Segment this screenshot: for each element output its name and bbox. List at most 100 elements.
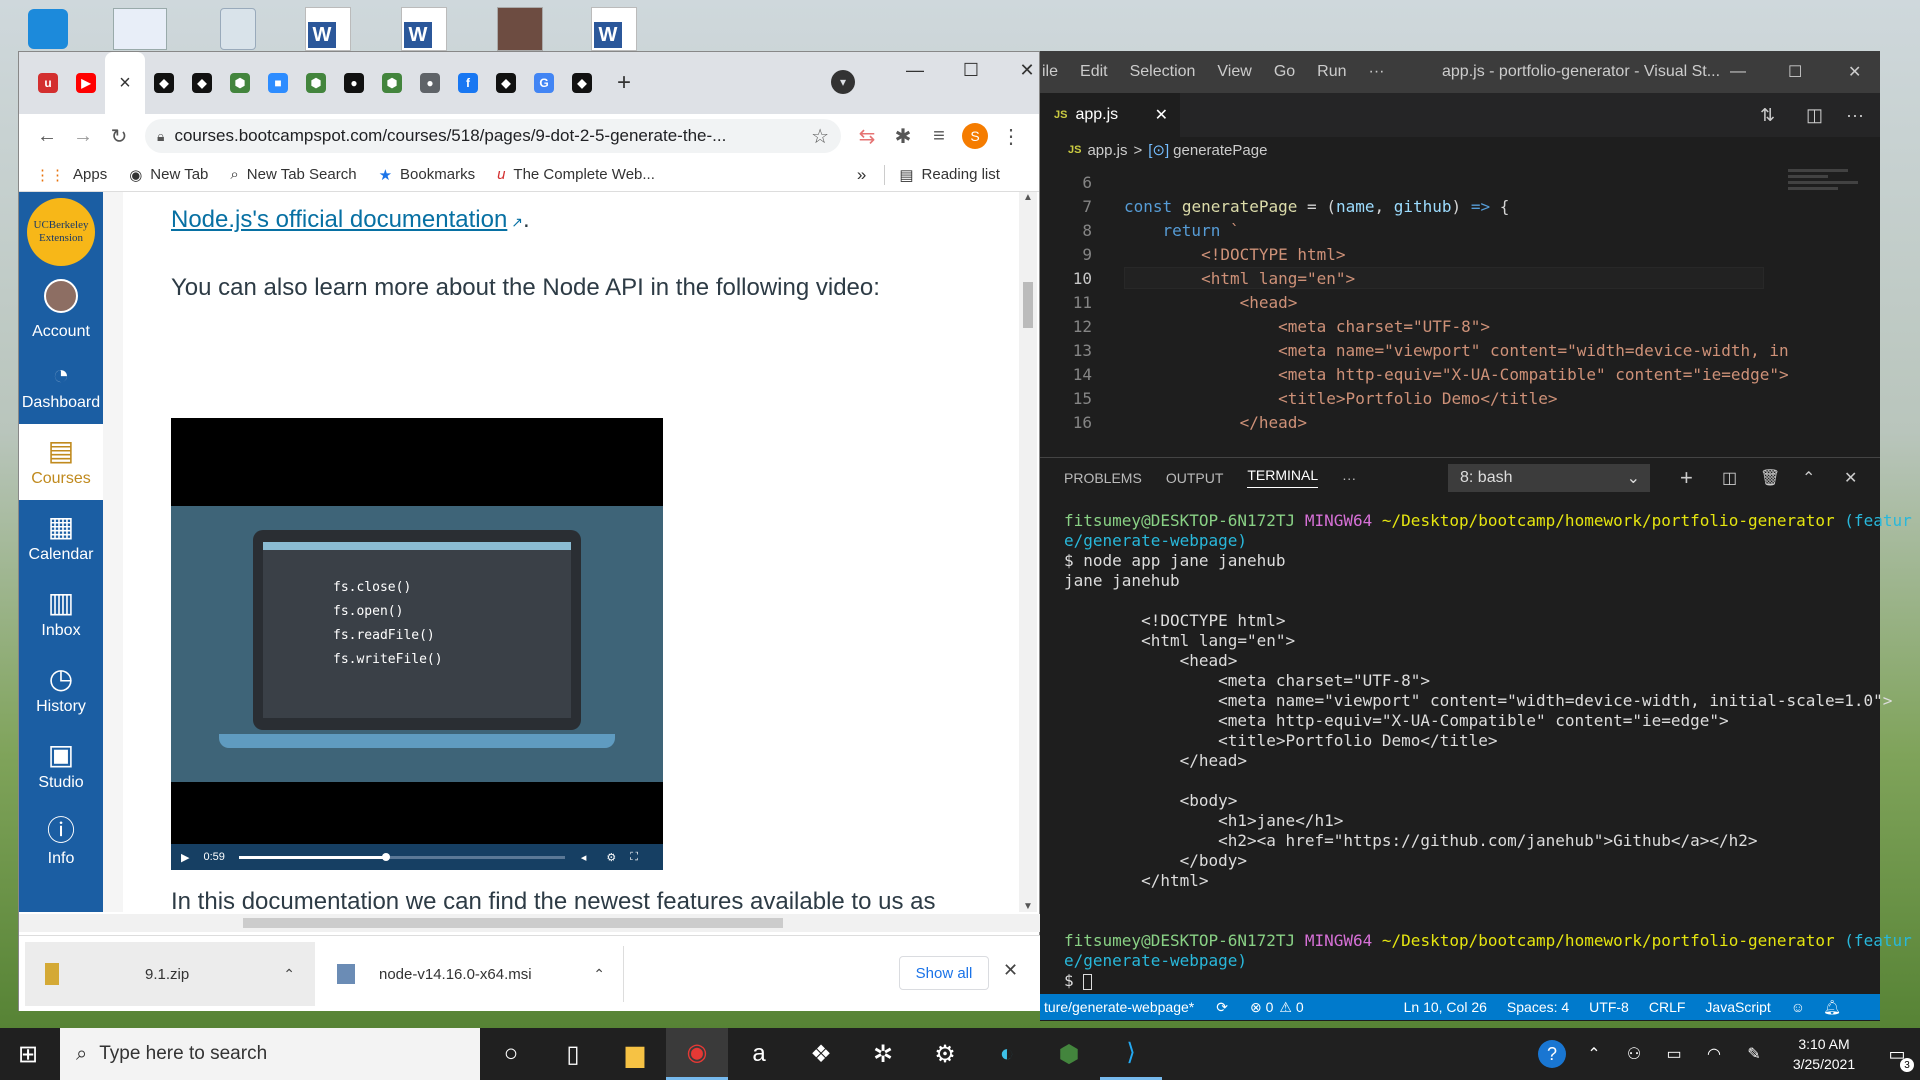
browser-tab[interactable]: ⬢ xyxy=(373,52,411,114)
chevron-up-icon[interactable]: ⌃ xyxy=(283,966,295,983)
indentation-status[interactable]: Spaces: 4 xyxy=(1507,999,1569,1015)
notifications-icon[interactable]: ▭ 3 xyxy=(1874,1028,1920,1080)
chevron-up-icon[interactable]: ⌃ xyxy=(593,966,605,983)
fullscreen-icon[interactable]: ⛶ xyxy=(630,851,638,864)
file-explorer-icon[interactable]: ▆ xyxy=(604,1028,666,1080)
tray-expand-icon[interactable]: ⌃ xyxy=(1574,1028,1614,1080)
extension-icon[interactable]: ⇆ xyxy=(849,118,885,154)
eol-status[interactable]: CRLF xyxy=(1649,999,1686,1015)
split-editor-icon[interactable]: ◫ xyxy=(1806,105,1823,126)
trash-icon[interactable]: 🗑︎ xyxy=(1760,468,1780,488)
nav-item-calendar[interactable]: ▦ Calendar xyxy=(19,500,103,576)
close-panel-icon[interactable]: ✕ xyxy=(1844,468,1857,488)
desktop-image-icon[interactable] xyxy=(492,6,548,52)
battery-icon[interactable]: ▭ xyxy=(1654,1028,1694,1080)
video-player[interactable]: fs.close() fs.open() fs.readFile() fs.write… xyxy=(171,418,663,870)
browser-tab[interactable]: ◆ xyxy=(145,52,183,114)
menu-item[interactable]: Selection xyxy=(1130,63,1196,81)
close-window-button[interactable]: ✕ xyxy=(1848,62,1861,82)
node-docs-link[interactable]: Node.js's official documentation xyxy=(171,206,507,233)
menu-item[interactable]: Go xyxy=(1274,63,1295,81)
show-all-button[interactable]: Show all xyxy=(899,956,989,990)
video-seek-bar[interactable] xyxy=(238,852,565,861)
bookmark-item[interactable]: ⋮⋮ Apps xyxy=(35,166,107,184)
volume-icon[interactable]: ◂ xyxy=(581,851,587,864)
browser-tab[interactable]: ◆ xyxy=(487,52,525,114)
reading-list-button[interactable]: Reading list xyxy=(922,166,1000,183)
warnings-status[interactable]: ⚠ 0 xyxy=(1279,999,1303,1016)
menu-icon[interactable]: ⋮ xyxy=(993,118,1029,154)
desktop-word-icon[interactable]: W xyxy=(586,6,642,52)
nav-item-info[interactable]: ⓘ Info xyxy=(19,804,103,880)
desktop-app-icon[interactable] xyxy=(20,6,76,52)
nav-item-inbox[interactable]: ▥ Inbox xyxy=(19,576,103,652)
desktop-document-icon[interactable] xyxy=(112,6,168,52)
nav-item-studio[interactable]: ▣ Studio xyxy=(19,728,103,804)
minimize-button[interactable]: — xyxy=(887,52,943,88)
address-bar[interactable]: 🔒︎ courses.bootcampspot.com/courses/518/… xyxy=(145,119,841,153)
dropbox-icon[interactable]: ❖ xyxy=(790,1028,852,1080)
terminal-select[interactable]: 8: bash ⌄ xyxy=(1448,464,1650,492)
errors-status[interactable]: ⊗ 0 xyxy=(1250,999,1273,1016)
pen-icon[interactable]: ✎ xyxy=(1734,1028,1774,1080)
page-scrollbar[interactable]: ▲ ▼ xyxy=(1019,192,1037,912)
node-icon[interactable]: ⬢ xyxy=(1038,1028,1100,1080)
scroll-up-icon[interactable]: ▲ xyxy=(1019,192,1037,203)
download-item-zip[interactable]: 9.1.zip ⌃ xyxy=(25,942,315,1006)
split-terminal-icon[interactable]: ◫ xyxy=(1722,468,1737,488)
tab-app-js[interactable]: JS app.js ✕ xyxy=(1040,93,1180,137)
terminal-output[interactable]: fitsumey@DESKTOP-6N172TJ MINGW64 ~/Deskt… xyxy=(1040,497,1912,1027)
browser-tab[interactable]: ◆ xyxy=(563,52,601,114)
more-actions-icon[interactable]: ··· xyxy=(1846,105,1864,126)
recycle-bin-icon[interactable] xyxy=(210,6,266,52)
maximize-button[interactable]: ☐ xyxy=(1788,62,1802,82)
desktop-word-icon[interactable]: W xyxy=(396,6,452,52)
tab-search-icon[interactable]: ▾ xyxy=(831,70,855,94)
browser-tab[interactable]: ● xyxy=(411,52,449,114)
wifi-icon[interactable]: ◠ xyxy=(1694,1028,1734,1080)
windows-start-icon[interactable]: ⊞ xyxy=(0,1028,56,1080)
tray-app-icon[interactable]: ⚇ xyxy=(1614,1028,1654,1080)
branch-status[interactable]: ture/generate-webpage* xyxy=(1044,999,1194,1015)
nav-item-courses[interactable]: ▤ Courses xyxy=(19,424,103,500)
task-view-icon[interactable]: ▯ xyxy=(542,1028,604,1080)
berkeley-logo[interactable]: UCBerkeley Extension xyxy=(19,192,103,272)
browser-tab[interactable]: u xyxy=(29,52,67,114)
code-editor[interactable]: 6 7 const generatePage = (name, github) =>… xyxy=(1040,163,1880,457)
nav-item-dashboard[interactable]: ◔ Dashboard xyxy=(19,348,103,424)
edge-icon[interactable]: ◐ xyxy=(976,1028,1038,1080)
settings-icon[interactable]: ⚙ xyxy=(606,851,616,864)
panel-tab-terminal[interactable]: TERMINAL xyxy=(1247,467,1319,488)
chrome-taskbar-icon[interactable]: ◉ xyxy=(666,1028,728,1080)
browser-tab[interactable]: ⬢ xyxy=(221,52,259,114)
browser-tab[interactable]: ▶ xyxy=(67,52,105,114)
browser-tab[interactable]: ◆ xyxy=(183,52,221,114)
reading-list-icon[interactable]: ▤ xyxy=(899,166,913,184)
slack-icon[interactable]: ✲ xyxy=(852,1028,914,1080)
desktop-word-icon[interactable]: W xyxy=(300,6,356,52)
play-icon[interactable]: ▶ xyxy=(181,851,189,864)
close-tab-icon[interactable]: ✕ xyxy=(1155,105,1168,125)
media-icon[interactable]: ≡ xyxy=(921,118,957,154)
browser-tab[interactable]: f xyxy=(449,52,487,114)
bookmark-item[interactable]: u The Complete Web... xyxy=(497,166,655,183)
language-status[interactable]: JavaScript xyxy=(1705,999,1770,1015)
compare-icon[interactable]: ⇅ xyxy=(1760,105,1775,126)
menu-item[interactable]: ile xyxy=(1042,63,1058,81)
vscode-taskbar-icon[interactable]: ⟩ xyxy=(1100,1028,1162,1080)
scroll-thumb[interactable] xyxy=(1023,282,1033,328)
horizontal-scrollbar[interactable] xyxy=(19,914,1041,932)
bookmark-item[interactable]: ◉ New Tab xyxy=(129,166,208,184)
profile-avatar[interactable]: S xyxy=(957,118,993,154)
breadcrumb-file[interactable]: app.js xyxy=(1087,142,1127,159)
browser-tab[interactable]: ⬢ xyxy=(297,52,335,114)
feedback-icon[interactable]: ☺ xyxy=(1791,999,1805,1015)
scroll-down-icon[interactable]: ▼ xyxy=(1019,901,1037,912)
browser-tab[interactable]: ■ xyxy=(259,52,297,114)
encoding-status[interactable]: UTF-8 xyxy=(1589,999,1629,1015)
new-tab-button[interactable]: + xyxy=(601,52,647,114)
puzzle-icon[interactable]: ✱ xyxy=(885,118,921,154)
browser-tab[interactable]: × xyxy=(105,52,145,114)
reload-icon[interactable]: ↻ xyxy=(101,118,137,154)
sync-icon[interactable]: ⟳ xyxy=(1216,999,1228,1016)
